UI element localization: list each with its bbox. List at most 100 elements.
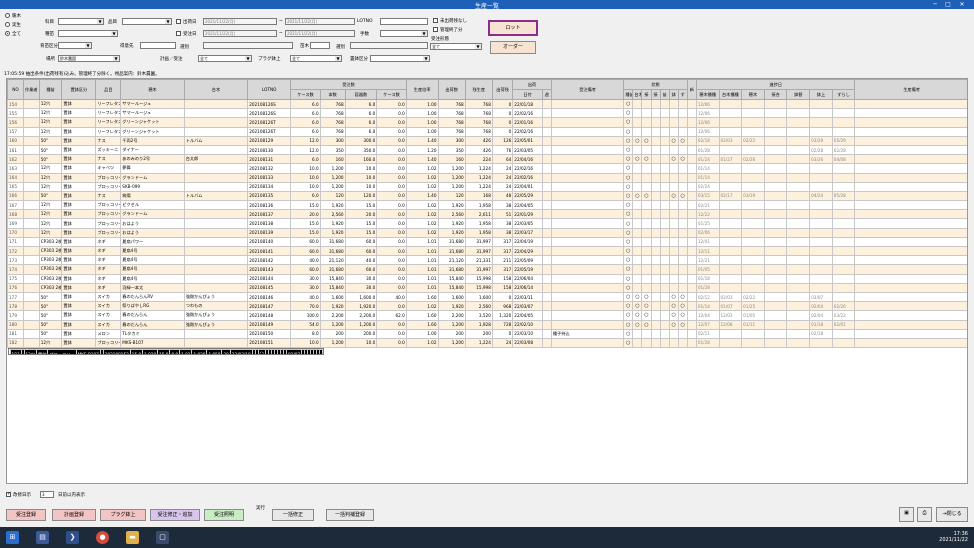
table-row[interactable]: 170 12穴 置鉢 ブロッコリー おはよう 202108139 15.0 1,920 15.0… [7, 227, 967, 238]
shipdate-to-input[interactable]: 2021/11/22(月) [285, 18, 355, 25]
order-modify-button[interactable]: 受注修正・追加 [150, 509, 200, 521]
table-row[interactable]: 171 CP303 2株 置鉢 ネギ 夏扇パワー 202108140 60.0 31,680 6… [7, 236, 967, 248]
col-prod-note[interactable]: 生産備考 [854, 79, 967, 100]
plan-select[interactable]: 全て ▼ [198, 55, 252, 62]
col-units[interactable]: 本数 [319, 89, 346, 100]
app-icon[interactable]: ▤ [36, 531, 49, 544]
col-ship-week[interactable]: 週 [541, 89, 552, 100]
table-row[interactable]: 168 12穴 置鉢 ブロッコリー グランドーム 202108137 20.0 2,560 20… [7, 209, 967, 220]
bulk-edit-button[interactable]: 一括修正 [272, 509, 314, 521]
table-row[interactable]: 179 50" 置鉢 スイカ 春のだんらん 強剛かんぴょう 202108148 100.0 2,… [7, 310, 967, 321]
order-detail-button[interactable]: 受注照明 [204, 509, 244, 521]
col-rootstock[interactable]: 台木 [183, 79, 249, 100]
col-st-graft2[interactable]: 接 [650, 89, 661, 100]
col-ship-date[interactable]: 日付 [512, 89, 543, 100]
managed-checkbox[interactable] [433, 27, 438, 32]
col-st-pot[interactable]: 鉢 [668, 89, 679, 100]
plug-potup-button[interactable]: プラグ鉢上 [100, 509, 146, 521]
orderdate-checkbox[interactable] [176, 31, 181, 36]
stock-select[interactable]: ▼ [380, 30, 428, 37]
shipdate-from-input[interactable]: 2021/11/22(月) [203, 18, 277, 25]
item-select[interactable]: ▼ [58, 18, 104, 25]
change-date-checkbox[interactable] [6, 491, 11, 497]
windows-start-icon[interactable]: ⊞ [6, 531, 19, 544]
orderdate-from-input[interactable]: 2021/11/22(月) [203, 30, 277, 37]
col-no[interactable]: NO [7, 79, 24, 100]
col-new[interactable]: 新 [686, 79, 697, 100]
maximize-button[interactable]: □ [943, 1, 953, 8]
table-row[interactable]: 155 12穴 置鉢 リーフレタス サマールージュ 202108126S 6.0 768 6.0… [7, 108, 967, 119]
type-select[interactable]: ▼ [58, 42, 92, 49]
customer-name-input[interactable] [203, 42, 293, 49]
table-row[interactable]: 166 50" 置鉢 ナス 筑陽 トルバム 202108135 6.0 120 120.0 0.0 1… [7, 190, 967, 202]
table-row[interactable]: 180 50" 置鉢 スイカ 春のだんらん 強剛かんぴょう 202108149 54.0 1,2… [7, 319, 967, 330]
table-row[interactable]: 178 50" 置鉢 スイカ 祭りばやしRG つわもの 202108147 70.0 1,920… [7, 301, 967, 312]
table-row[interactable]: 181 50" 置鉢 メロン TLタカミ 202108150 8.0 200 200.0 0.0 1… [7, 328, 967, 339]
seedling-name-input[interactable] [350, 42, 428, 49]
col-pr-variety[interactable]: 穂木 [741, 89, 765, 100]
lot-button[interactable]: ロット [488, 20, 538, 36]
product-select[interactable]: ▼ [122, 18, 172, 25]
table-row[interactable]: 165 12穴 置鉢 ブロッコリー SKB-099 202108134 10.0 1,200 1… [7, 181, 967, 192]
col-st-seedling[interactable]: 苗 [659, 89, 670, 100]
production-grid[interactable]: NO 作業者 種苗 置鉢区分 品目 穂木 台木 LOTNO 受注数 生産倍率 出… [6, 78, 968, 484]
window-icon[interactable]: ▢ [156, 531, 169, 544]
order-register-button[interactable]: 受注登録 [6, 509, 46, 521]
place-select[interactable]: 鈴木農園 ▼ [58, 55, 120, 62]
close-window-button[interactable]: ✕ [957, 1, 967, 8]
seed-select[interactable]: ▼ [58, 30, 118, 37]
table-row[interactable]: 167 12穴 置鉢 ブロッコリー ピクセル 202108136 15.0 1,920 15.0… [7, 200, 967, 211]
col-seed[interactable]: 種苗 [38, 79, 63, 100]
table-row[interactable]: 156 12穴 置鉢 リーフレタス グリーンジャケット 202108126T 6.0 768 6… [7, 117, 967, 128]
calendar-icon[interactable]: ▣ [899, 507, 914, 522]
shipdate-checkbox[interactable] [176, 19, 181, 24]
chrome-icon[interactable]: ● [96, 531, 109, 544]
table-row[interactable]: 160 50" 置鉢 ナス 千両2号 トルバム 202108129 12.0 300 300.0 0… [7, 135, 967, 146]
radio-all[interactable] [5, 31, 10, 36]
folder-icon[interactable]: ▬ [126, 531, 139, 544]
col-pr-root[interactable]: 台木播種 [718, 89, 743, 100]
col-pot[interactable]: 置鉢区分 [61, 79, 97, 100]
col-variety[interactable]: 穂木 [120, 79, 185, 100]
pot-select[interactable]: ▼ [370, 55, 430, 62]
table-row[interactable]: 183 12穴 置鉢 ブロッコリー MKS-B107 202108152 15.0 1,920… [7, 348, 325, 356]
col-st-shift[interactable]: ず [677, 89, 688, 100]
table-row[interactable]: 182 12穴 置鉢 ブロッコリー MKS-B107 202108151 10.0 1,200… [7, 337, 967, 349]
table-row[interactable]: 175 CP303 2株 置鉢 ネギ 夏扇4号 202108144 30.0 15,840 30… [7, 273, 967, 284]
col-st-seed[interactable]: 種苗 [623, 89, 634, 100]
days-select[interactable]: 3 [40, 491, 54, 498]
minimize-button[interactable]: ─ [930, 1, 940, 8]
col-st-graft1[interactable]: 接 [641, 89, 652, 100]
col-pr-potup[interactable]: 鉢上 [809, 89, 833, 100]
table-row[interactable]: 163 12穴 置鉢 キャベツ 夢舞 202108132 10.0 1,200 10.0 0.0 1… [7, 163, 967, 174]
plug-select[interactable]: 全て ▼ [290, 55, 342, 62]
table-row[interactable]: 169 12穴 置鉢 ブロッコリー おはよう 202108138 15.0 1,920 15.0… [7, 218, 967, 229]
table-row[interactable]: 164 12穴 置鉢 ブロッコリー グランドーム 202108133 10.0 1,200 10… [7, 172, 967, 183]
table-row[interactable]: 173 CP303 2株 置鉢 ネギ 夏扇4号 202108142 40.0 21,120 40… [7, 255, 967, 266]
powershell-icon[interactable]: ❯ [66, 531, 79, 544]
plan-register-button[interactable]: 計画登録 [52, 509, 96, 521]
col-shipped[interactable]: 出荷数 [437, 79, 466, 100]
col-pr-repot[interactable]: 鉢替 [786, 89, 811, 100]
col-case-count-2[interactable]: ケース数 [376, 89, 407, 100]
col-order-note[interactable]: 受注備考 [550, 79, 625, 100]
table-row[interactable]: 176 CP303 2株 置鉢 ネギ 羽緑一本太 202108145 30.0 15,840 3… [7, 282, 967, 293]
table-row[interactable]: 172 CP303 2株 置鉢 ネギ 夏扇4号 202108141 60.0 31,680 60… [7, 245, 967, 257]
col-lotno[interactable]: LOTNO [247, 79, 292, 100]
table-row[interactable]: 174 CP303 2株 置鉢 ネギ 夏扇4号 202108143 60.0 31,680 60… [7, 264, 967, 275]
orderdate-to-input[interactable]: 2021/11/22(月) [285, 30, 355, 37]
close-button[interactable]: ⇥閉じる [936, 507, 968, 522]
col-case-count[interactable]: ケース数 [290, 89, 321, 100]
col-pr-graft[interactable]: 接合 [763, 89, 788, 100]
col-pr-shift[interactable]: ずらし [831, 89, 856, 100]
table-row[interactable]: 162 50" 置鉢 ナス あのみのり2号 台太郎 202108131 6.0 160 160.0… [7, 154, 967, 165]
col-remaining[interactable]: 出荷残 [491, 79, 514, 100]
customer-code-input[interactable] [140, 42, 176, 49]
table-row[interactable]: 157 12穴 置鉢 リーフレタス グリーンジャケット 202108126T 6.0 768 6… [7, 126, 967, 137]
orderform-select[interactable]: 全て ▼ [430, 43, 482, 50]
unshipped-checkbox[interactable] [433, 18, 438, 23]
table-row[interactable]: 177 50" 置鉢 スイカ 春のだんらんRV 強剛かんぴょう 202108146 40.0 1… [7, 291, 967, 303]
col-product[interactable]: 品目 [95, 79, 122, 100]
radio-seedling[interactable] [5, 22, 10, 27]
col-containers[interactable]: 容器数 [344, 89, 378, 100]
